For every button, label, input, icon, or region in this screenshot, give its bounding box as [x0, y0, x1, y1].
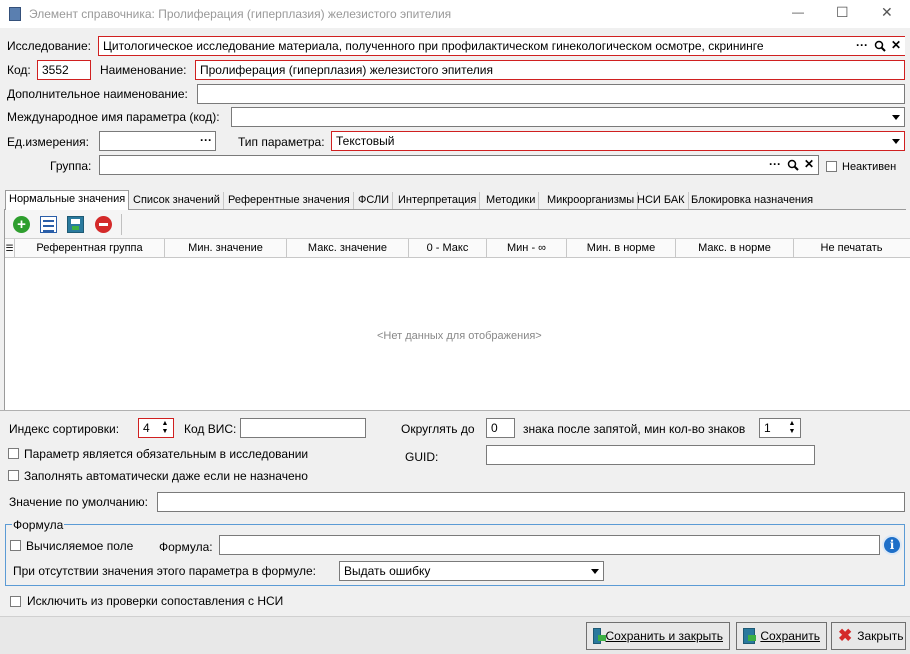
tab-value-list[interactable]: Список значений	[130, 192, 224, 209]
window-title: Элемент справочника: Пролиферация (гипер…	[29, 7, 452, 21]
info-icon[interactable]: i	[882, 535, 902, 555]
tab-normal-values[interactable]: Нормальные значения	[5, 190, 129, 210]
default-value-field[interactable]	[157, 492, 905, 512]
autofill-label: Заполнять автоматически даже если не наз…	[24, 469, 308, 483]
save-button[interactable]: Сохранить	[736, 622, 827, 650]
add-icon[interactable]: +	[13, 216, 30, 233]
grid-menu-icon[interactable]: ☰	[5, 239, 15, 257]
close-icon: ✖	[838, 626, 853, 645]
spin-arrows-icon[interactable]: ▲ ▼	[785, 420, 799, 436]
study-field[interactable]: Цитологическое исследование материала, п…	[98, 36, 905, 56]
intl-name-select[interactable]	[231, 107, 905, 127]
clear-icon[interactable]: ✕	[887, 37, 905, 55]
param-type-label: Тип параметра:	[238, 135, 325, 149]
autofill-checkbox[interactable]	[8, 470, 19, 481]
toolbar-divider	[121, 214, 122, 235]
column-header[interactable]: Мин. значение	[165, 239, 287, 257]
close-button[interactable]: ✖ Закрыть	[831, 622, 906, 650]
vis-code-field[interactable]	[240, 418, 366, 438]
maximize-icon[interactable]: ☐	[836, 4, 849, 20]
code-field[interactable]: 3552	[37, 60, 91, 80]
group-field[interactable]	[99, 155, 819, 175]
computed-checkbox[interactable]	[10, 540, 21, 551]
save-close-button[interactable]: Сохранить и закрыть	[586, 622, 730, 650]
code-label: Код:	[7, 63, 31, 77]
formula-field[interactable]	[219, 535, 880, 555]
column-header[interactable]: Макс. в норме	[676, 239, 794, 257]
round-label: Округлять до	[401, 422, 475, 436]
spin-arrows-icon[interactable]: ▲ ▼	[158, 420, 172, 436]
missing-value-label: При отсутствии значения этого параметра …	[13, 564, 317, 578]
close-window-icon[interactable]: ✕	[881, 4, 893, 20]
chevron-down-icon[interactable]	[892, 139, 900, 144]
unit-label: Ед.измерения:	[7, 135, 89, 149]
formula-group-label: Формула	[12, 517, 65, 533]
ellipsis-icon[interactable]: ···	[853, 37, 871, 55]
tab-microorganisms[interactable]: Микроорганизмы	[544, 192, 639, 209]
tab-reference-values[interactable]: Референтные значения	[225, 192, 354, 209]
param-type-select[interactable]: Текстовый	[331, 131, 905, 151]
tab-fsli[interactable]: ФСЛИ	[355, 192, 394, 209]
title-bar: Элемент справочника: Пролиферация (гипер…	[0, 0, 910, 28]
mandatory-label: Параметр является обязательным в исследо…	[24, 447, 309, 461]
clear-icon[interactable]: ✕	[800, 156, 818, 174]
computed-label: Вычисляемое поле	[26, 539, 134, 553]
sort-index-label: Индекс сортировки:	[9, 422, 120, 436]
study-label: Исследование:	[7, 39, 91, 53]
save-row-icon[interactable]	[67, 216, 84, 233]
chevron-down-icon[interactable]	[892, 115, 900, 120]
column-header[interactable]: 0 - Макс	[409, 239, 487, 257]
ellipsis-icon[interactable]: ···	[766, 156, 784, 174]
extra-name-label: Дополнительное наименование:	[7, 87, 188, 101]
exclude-label: Исключить из проверки сопоставления с НС…	[27, 594, 284, 608]
intl-name-label: Международное имя параметра (код):	[7, 110, 220, 124]
missing-value-select[interactable]: Выдать ошибку	[339, 561, 604, 581]
round-field[interactable]: 0	[486, 418, 515, 438]
column-header[interactable]: Макс. значение	[287, 239, 409, 257]
inactive-checkbox[interactable]	[826, 161, 837, 172]
minimize-icon[interactable]: —	[792, 4, 804, 20]
study-value: Цитологическое исследование материала, п…	[103, 39, 764, 53]
column-header[interactable]: Референтная группа	[15, 239, 165, 257]
save-icon	[593, 628, 606, 644]
column-header[interactable]: Мин. в норме	[567, 239, 676, 257]
decimals-label: знака после запятой, мин кол-во знаков	[523, 422, 746, 436]
tab-interpretation[interactable]: Интерпретация	[395, 192, 481, 209]
ellipsis-icon[interactable]: ···	[197, 132, 215, 150]
bottom-divider	[0, 410, 910, 411]
tab-block-assignment[interactable]: Блокировка назначения	[688, 192, 816, 209]
guid-field[interactable]	[486, 445, 815, 465]
delete-icon[interactable]	[95, 216, 112, 233]
column-header[interactable]: Не печатать	[794, 239, 909, 257]
column-header[interactable]: Мин - ∞	[487, 239, 567, 257]
grid-empty-text: <Нет данных для отображения>	[377, 330, 542, 342]
edit-icon[interactable]	[40, 216, 57, 233]
grid-header: ☰ Референтная группа Мин. значение Макс.…	[5, 239, 910, 258]
tab-methods[interactable]: Методики	[483, 192, 540, 209]
vis-code-label: Код ВИС:	[184, 422, 237, 436]
group-label: Группа:	[50, 159, 92, 173]
name-label: Наименование:	[100, 63, 187, 77]
formula-label: Формула:	[159, 540, 213, 554]
guid-label: GUID:	[405, 450, 439, 464]
chevron-down-icon[interactable]	[591, 569, 599, 574]
exclude-checkbox[interactable]	[10, 596, 21, 607]
app-icon	[9, 7, 21, 21]
tab-nsi-bak[interactable]: НСИ БАК	[634, 192, 689, 209]
grid-toolbar: +	[5, 210, 910, 239]
default-value-label: Значение по умолчанию:	[9, 495, 148, 509]
tab-panel: + ☰ Референтная группа Мин. значение Мак…	[4, 210, 910, 410]
save-icon	[743, 628, 756, 644]
inactive-label: Неактивен	[842, 161, 897, 173]
extra-name-field[interactable]	[197, 84, 905, 104]
name-field[interactable]: Пролиферация (гиперплазия) железистого э…	[195, 60, 905, 80]
mandatory-checkbox[interactable]	[8, 448, 19, 459]
